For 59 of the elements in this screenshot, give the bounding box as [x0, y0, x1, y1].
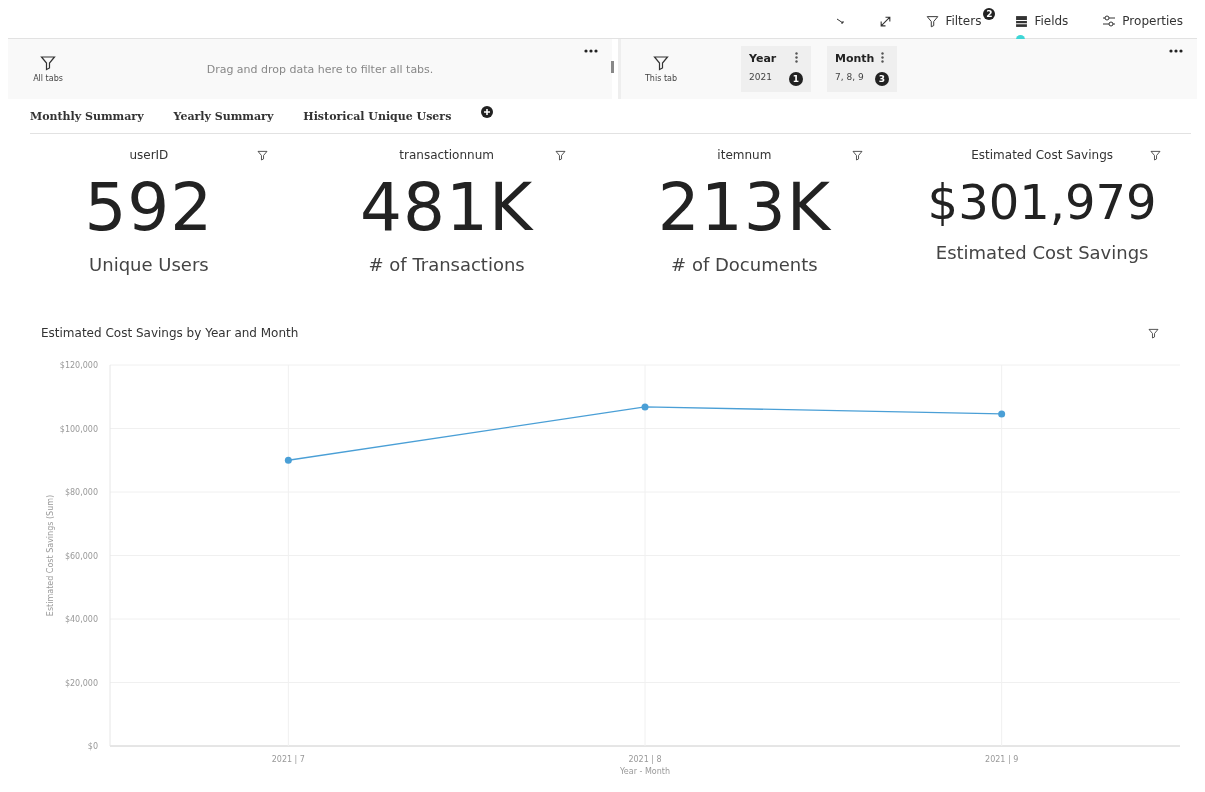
filters-button[interactable]: Filters 2 [924, 8, 996, 30]
filter-icon [1148, 328, 1159, 339]
add-icon[interactable] [481, 106, 494, 118]
filter-icon [653, 55, 669, 71]
filter-scope-label: All tabs [33, 74, 63, 83]
drop-hint: Drag and drop data here to filter all tabs. [205, 62, 435, 76]
y-tick-label: $40,000 [64, 615, 98, 624]
fields-icon [1015, 14, 1029, 28]
kpi-value: $301,979 [927, 173, 1157, 232]
y-tick-label: $100,000 [59, 424, 98, 434]
filter-name: Month [835, 52, 875, 66]
x-tick-label: 2021 | 8 [628, 755, 662, 764]
filter-chip[interactable]: Month 7, 8, 9 3 [827, 46, 897, 92]
filter-icon [926, 14, 940, 28]
kpi-heading: transactionnum [399, 148, 494, 162]
y-tick-label: $120,000 [59, 361, 98, 370]
properties-button[interactable]: Properties [1100, 8, 1197, 30]
filter-value: 7, 8, 9 [835, 72, 864, 84]
y-tick-label: $60,000 [64, 551, 98, 561]
x-tick-label: 2021 | 7 [271, 755, 305, 764]
kpi-caption: Unique Users [89, 254, 209, 275]
tab[interactable]: Yearly Summary [173, 105, 274, 127]
y-tick-label: $0 [87, 742, 98, 751]
chart-title: Estimated Cost Savings by Year and Month [41, 326, 299, 340]
filter-chip[interactable]: Year 2021 1 [741, 46, 811, 92]
filter-name: Year [749, 52, 778, 66]
x-tick-label: 2021 | 9 [985, 755, 1019, 764]
filter-scope-label: This tab [645, 74, 677, 83]
kpi-heading: itemnum [717, 148, 772, 162]
data-point [998, 410, 1006, 418]
kpi-value: 592 [84, 168, 214, 248]
filter-icon [40, 55, 56, 71]
kpi-caption: # of Transactions [368, 254, 525, 275]
more-icon [584, 49, 598, 53]
kpi-caption: Estimated Cost Savings [935, 242, 1149, 263]
y-tick-label: $80,000 [64, 488, 98, 497]
filter-value: 2021 [749, 72, 772, 84]
data-point [641, 403, 649, 411]
kebab-icon [794, 52, 798, 63]
kpi-heading: userID [129, 148, 169, 162]
filter-icon [1150, 150, 1161, 161]
sliders-icon [1102, 15, 1117, 27]
count-badge: 2 [983, 8, 996, 20]
kpi-caption: # of Documents [671, 254, 818, 275]
kpi-value: 481K [360, 168, 534, 248]
y-axis-label: Estimated Cost Savings (Sum) [46, 494, 55, 617]
x-axis-label: Year - Month [620, 767, 670, 776]
data-point [284, 456, 292, 464]
kpi-heading: Estimated Cost Savings [971, 148, 1114, 162]
more-icon [1169, 49, 1183, 53]
diagonal-arrow-icon [835, 16, 846, 26]
expand-icon [879, 14, 893, 28]
count-badge: 1 [789, 72, 803, 86]
tab[interactable]: Monthly Summary [30, 105, 144, 127]
kpi-value: 213K [657, 168, 831, 248]
y-tick-label: $20,000 [64, 678, 98, 688]
kebab-icon [880, 52, 884, 63]
count-badge: 3 [875, 72, 889, 86]
tab[interactable]: Historical Unique Users [303, 105, 452, 127]
